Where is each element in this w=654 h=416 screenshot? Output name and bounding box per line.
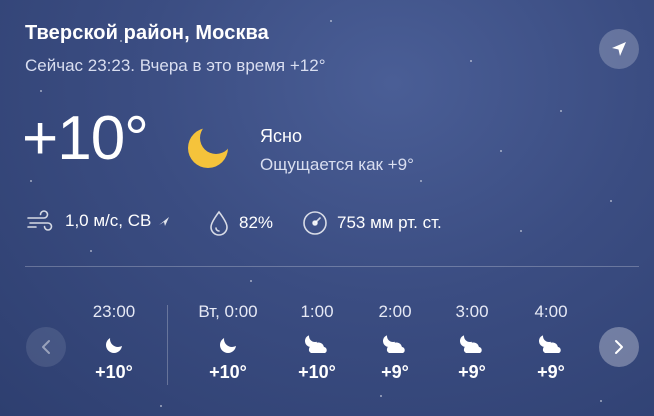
hour-time: 23:00 xyxy=(92,302,136,321)
location-title[interactable]: Тверской район, Москва xyxy=(25,22,269,45)
current-temperature: +10° xyxy=(22,104,149,173)
hourly-item[interactable]: 23:00 +10° xyxy=(69,302,159,383)
chevron-left-icon xyxy=(42,340,50,354)
pressure-value: 753 мм рт. ст. xyxy=(337,213,442,232)
hour-temperature: +9° xyxy=(458,362,486,382)
wind-value: 1,0 м/с, СВ xyxy=(65,211,152,230)
hour-temperature: +9° xyxy=(537,362,565,382)
droplet-icon xyxy=(208,210,230,236)
section-divider xyxy=(25,266,639,267)
hourly-item[interactable]: 4:00 +9° xyxy=(506,302,596,383)
hour-time: 1:00 xyxy=(300,302,334,321)
hour-time: 3:00 xyxy=(455,302,489,321)
moon-cloud-icon xyxy=(383,335,405,353)
wind-icon xyxy=(26,210,56,232)
moon-cloud-icon xyxy=(460,335,482,353)
hourly-item[interactable]: 3:00 +9° xyxy=(427,302,517,383)
navigation-arrow-icon xyxy=(612,42,626,56)
hourly-prev-button[interactable] xyxy=(26,327,66,367)
day-separator xyxy=(167,305,168,385)
moon-icon xyxy=(220,337,236,353)
moon-cloud-icon xyxy=(305,335,327,353)
hourly-item[interactable]: 1:00 +10° xyxy=(272,302,362,383)
wind-info: 1,0 м/с, СВ xyxy=(26,210,171,232)
hour-time: 2:00 xyxy=(378,302,412,321)
hour-time: Вт, 0:00 xyxy=(198,302,258,321)
hour-temperature: +10° xyxy=(209,362,247,382)
hourly-item[interactable]: Вт, 0:00 +10° xyxy=(183,302,273,383)
hour-time: 4:00 xyxy=(534,302,568,321)
gauge-icon xyxy=(302,210,328,236)
humidity-info: 82% xyxy=(208,210,273,236)
humidity-value: 82% xyxy=(239,213,274,232)
moon-cloud-icon xyxy=(539,335,561,353)
weather-condition: Ясно xyxy=(260,126,302,146)
hourly-next-button[interactable] xyxy=(599,327,639,367)
hour-temperature: +10° xyxy=(298,362,336,382)
current-time-comparison: Сейчас 23:23. Вчера в это время +12° xyxy=(25,56,326,75)
hour-temperature: +10° xyxy=(95,362,133,382)
wind-direction-icon xyxy=(159,217,170,226)
moon-icon xyxy=(106,337,122,353)
hour-temperature: +9° xyxy=(381,362,409,382)
geolocation-button[interactable] xyxy=(599,29,639,69)
feels-like: Ощущается как +9° xyxy=(260,155,414,174)
moon-icon xyxy=(188,128,228,168)
chevron-right-icon xyxy=(615,340,623,354)
pressure-info: 753 мм рт. ст. xyxy=(302,210,442,236)
